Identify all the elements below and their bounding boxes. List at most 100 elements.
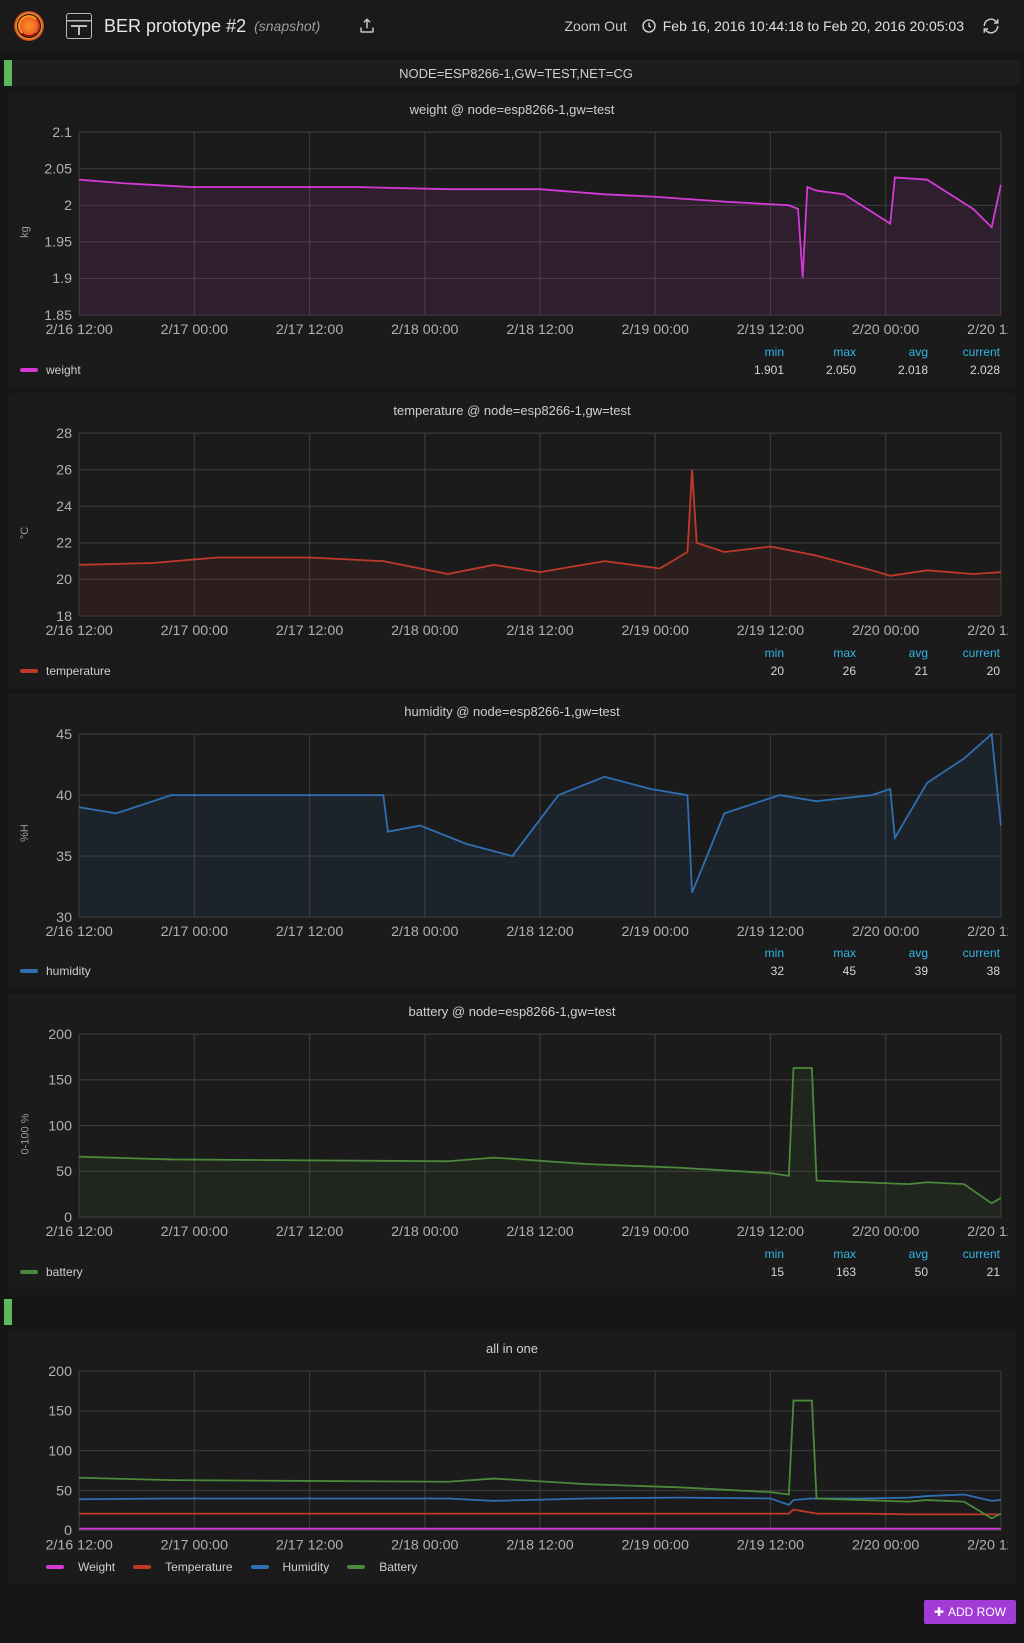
svg-text:2/18 00:00: 2/18 00:00 <box>391 1537 458 1553</box>
chart-svg[interactable]: 0501001502002/16 12:002/17 00:002/17 12:… <box>34 1364 1008 1554</box>
add-row-bar: ✚ ADD ROW <box>0 1590 1024 1638</box>
legend-label: Temperature <box>165 1560 232 1574</box>
panel-title[interactable]: humidity @ node=esp8266-1,gw=test <box>16 704 1008 719</box>
svg-text:2/20 12:00: 2/20 12:00 <box>967 623 1008 639</box>
y-axis-label: %H <box>16 727 34 941</box>
stats-header: min max avg current <box>16 646 1000 660</box>
chart-svg[interactable]: 1820222426282/16 12:002/17 00:002/17 12:… <box>34 426 1008 640</box>
svg-text:100: 100 <box>48 1119 72 1135</box>
legend-label: Battery <box>379 1560 417 1574</box>
chart-svg[interactable]: 1.851.91.9522.052.12/16 12:002/17 00:002… <box>34 125 1008 339</box>
legend-row[interactable]: weight 1.901 2.050 2.018 2.028 <box>16 361 1008 377</box>
svg-text:2/18 00:00: 2/18 00:00 <box>391 322 458 338</box>
legend-swatch <box>20 368 38 372</box>
panel-weight: weight @ node=esp8266-1,gw=test kg 1.851… <box>8 92 1016 387</box>
plus-icon: ✚ <box>934 1605 944 1619</box>
svg-text:2/20 00:00: 2/20 00:00 <box>852 322 919 338</box>
panel-all: all in one 0501001502002/16 12:002/17 00… <box>8 1331 1016 1584</box>
legend-row[interactable]: humidity 32 45 39 38 <box>16 962 1008 978</box>
svg-text:35: 35 <box>56 848 72 864</box>
chart-svg[interactable]: 303540452/16 12:002/17 00:002/17 12:002/… <box>34 727 1008 941</box>
svg-text:2/19 00:00: 2/19 00:00 <box>622 924 689 940</box>
svg-text:2/17 12:00: 2/17 12:00 <box>276 924 343 940</box>
legend-item[interactable]: Battery <box>347 1560 417 1574</box>
stats-header: min max avg current <box>16 345 1000 359</box>
svg-text:2/17 00:00: 2/17 00:00 <box>161 1537 228 1553</box>
stats-header: min max avg current <box>16 1247 1000 1261</box>
svg-text:2.1: 2.1 <box>52 125 72 141</box>
panel-title[interactable]: weight @ node=esp8266-1,gw=test <box>16 102 1008 117</box>
svg-text:2/17 00:00: 2/17 00:00 <box>161 322 228 338</box>
panel-title[interactable]: battery @ node=esp8266-1,gw=test <box>16 1004 1008 1019</box>
grafana-logo-icon[interactable] <box>14 11 44 41</box>
svg-text:2/19 00:00: 2/19 00:00 <box>622 1537 689 1553</box>
legend-swatch <box>251 1565 269 1569</box>
zoom-out-button[interactable]: Zoom Out <box>565 18 627 34</box>
share-icon[interactable] <box>358 17 376 35</box>
row-handle[interactable] <box>4 60 12 86</box>
svg-text:2/17 00:00: 2/17 00:00 <box>161 924 228 940</box>
legend-label: weight <box>46 363 81 377</box>
legend-item[interactable]: Humidity <box>251 1560 330 1574</box>
legend-swatch <box>46 1565 64 1569</box>
svg-text:2/19 00:00: 2/19 00:00 <box>622 623 689 639</box>
svg-text:2/19 12:00: 2/19 12:00 <box>737 924 804 940</box>
row-title[interactable]: NODE=ESP8266-1,GW=TEST,NET=CG <box>12 60 1020 86</box>
svg-text:150: 150 <box>48 1073 72 1089</box>
svg-text:2/17 12:00: 2/17 12:00 <box>276 322 343 338</box>
svg-text:100: 100 <box>48 1444 72 1460</box>
legend-values: 32 45 39 38 <box>736 964 1000 978</box>
svg-text:2/20 12:00: 2/20 12:00 <box>967 924 1008 940</box>
legend-values: 1.901 2.050 2.018 2.028 <box>736 363 1000 377</box>
svg-text:2/19 00:00: 2/19 00:00 <box>622 322 689 338</box>
dashboard-title[interactable]: BER prototype #2 <box>104 16 246 37</box>
row-handle[interactable] <box>4 1299 12 1325</box>
legend-row[interactable]: battery 15 163 50 21 <box>16 1263 1008 1279</box>
legend-label: battery <box>46 1265 83 1279</box>
svg-text:2/19 00:00: 2/19 00:00 <box>622 1224 689 1240</box>
legend-row[interactable]: temperature 20 26 21 20 <box>16 662 1008 678</box>
legend: Weight Temperature Humidity Battery <box>16 1554 1008 1574</box>
svg-text:2/20 00:00: 2/20 00:00 <box>852 1537 919 1553</box>
panel-title[interactable]: all in one <box>16 1341 1008 1356</box>
svg-text:2/20 00:00: 2/20 00:00 <box>852 1224 919 1240</box>
svg-text:200: 200 <box>48 1364 72 1380</box>
svg-text:2/16 12:00: 2/16 12:00 <box>45 1224 112 1240</box>
svg-text:2/17 00:00: 2/17 00:00 <box>161 623 228 639</box>
refresh-icon[interactable] <box>982 17 1000 35</box>
legend-item[interactable]: Temperature <box>133 1560 232 1574</box>
svg-text:2/19 12:00: 2/19 12:00 <box>737 322 804 338</box>
dashboard-icon[interactable] <box>66 13 92 39</box>
svg-text:28: 28 <box>56 426 72 442</box>
row-header-2 <box>4 1299 1020 1325</box>
y-axis-label: kg <box>16 125 34 339</box>
chart-svg[interactable]: 0501001502002/16 12:002/17 00:002/17 12:… <box>34 1027 1008 1241</box>
svg-text:2/17 12:00: 2/17 12:00 <box>276 1224 343 1240</box>
legend-values: 20 26 21 20 <box>736 664 1000 678</box>
svg-text:50: 50 <box>56 1164 72 1180</box>
add-row-button[interactable]: ✚ ADD ROW <box>924 1600 1016 1624</box>
svg-text:45: 45 <box>56 727 72 743</box>
svg-text:2/18 12:00: 2/18 12:00 <box>506 623 573 639</box>
svg-text:2/16 12:00: 2/16 12:00 <box>45 924 112 940</box>
legend-swatch <box>20 669 38 673</box>
row-header: NODE=ESP8266-1,GW=TEST,NET=CG <box>4 60 1020 86</box>
panel-battery: battery @ node=esp8266-1,gw=test 0-100 %… <box>8 994 1016 1289</box>
svg-text:2: 2 <box>64 198 72 214</box>
svg-text:2/17 12:00: 2/17 12:00 <box>276 623 343 639</box>
svg-text:2/20 12:00: 2/20 12:00 <box>967 1224 1008 1240</box>
svg-text:24: 24 <box>56 499 72 515</box>
svg-text:2/19 12:00: 2/19 12:00 <box>737 1537 804 1553</box>
svg-text:200: 200 <box>48 1027 72 1043</box>
y-axis-label <box>16 1364 34 1554</box>
legend-swatch <box>133 1565 151 1569</box>
legend-label: Humidity <box>283 1560 330 1574</box>
time-picker[interactable]: Feb 16, 2016 10:44:18 to Feb 20, 2016 20… <box>641 18 964 34</box>
panel-title[interactable]: temperature @ node=esp8266-1,gw=test <box>16 403 1008 418</box>
svg-text:40: 40 <box>56 787 72 803</box>
legend-label: humidity <box>46 964 91 978</box>
panel-temperature: temperature @ node=esp8266-1,gw=test °C … <box>8 393 1016 688</box>
legend-item[interactable]: Weight <box>46 1560 115 1574</box>
stats-header: min max avg current <box>16 946 1000 960</box>
svg-text:50: 50 <box>56 1483 72 1499</box>
